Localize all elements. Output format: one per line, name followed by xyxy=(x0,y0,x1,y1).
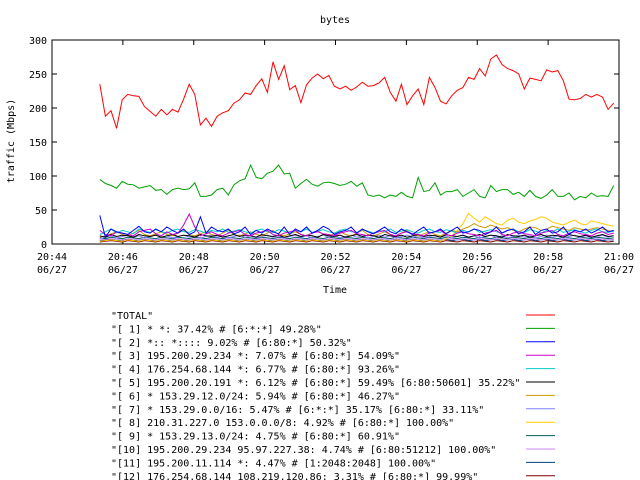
legend-entry-label: "[ 4] 176.254.68.144 *: 6.77% # [6:80:*]… xyxy=(111,365,400,376)
y-tick-label: 0 xyxy=(41,240,47,251)
legend-entry-label: "[ 1] * *: 37.42% # [6:*:*] 49.28%" xyxy=(111,324,322,335)
y-axis-label: traffic (Mbps) xyxy=(6,99,17,183)
legend-entry-label: "[ 3] 195.200.29.234 *: 7.07% # [6:80:*]… xyxy=(111,351,400,362)
series-line xyxy=(99,163,615,201)
x-tick-label-date: 06/27 xyxy=(533,265,563,276)
legend-entry-label: "TOTAL" xyxy=(111,311,153,322)
y-tick-label: 150 xyxy=(29,138,47,149)
x-tick-label-time: 20:48 xyxy=(179,252,209,263)
x-tick-label-time: 20:44 xyxy=(37,252,67,263)
chart-title: bytes xyxy=(320,15,350,26)
legend-entry-label: "[ 9] * 153.29.13.0/24: 4.75% # [6:80:*]… xyxy=(111,432,400,443)
legend: "TOTAL" "[ 1] * *: 37.42% # [6:*:*] 49.28… xyxy=(111,311,555,480)
x-tick-label-time: 21:00 xyxy=(604,252,634,263)
y-tick-label: 250 xyxy=(29,70,47,81)
x-tick-label-time: 20:52 xyxy=(320,252,350,263)
y-tick-label: 50 xyxy=(35,206,47,217)
x-tick-label-time: 20:56 xyxy=(462,252,492,263)
traffic-chart: bytes traffic (Mbps) Time 0 50 100 150 200 25… xyxy=(6,15,634,480)
x-tick-label-time: 20:54 xyxy=(391,252,421,263)
x-tick-label-time: 20:58 xyxy=(533,252,563,263)
series-line xyxy=(99,54,615,129)
x-tick-label-date: 06/27 xyxy=(250,265,280,276)
y-tick-label: 300 xyxy=(29,36,47,47)
x-tick-label-date: 06/27 xyxy=(604,265,634,276)
x-tick-label-date: 06/27 xyxy=(108,265,138,276)
x-tick-label-date: 06/27 xyxy=(320,265,350,276)
legend-entry-label: "[ 6] * 153.29.12.0/24: 5.94% # [6:80:*]… xyxy=(111,391,400,402)
x-tick-label-time: 20:46 xyxy=(108,252,138,263)
legend-entry-label: "[10] 195.200.29.234 95.97.227.38: 4.74%… xyxy=(111,445,496,456)
y-tick-label: 100 xyxy=(29,172,47,183)
legend-entry-label: "[ 8] 210.31.227.0 153.0.0.0/8: 4.92% # … xyxy=(111,418,454,429)
x-tick-label-date: 06/27 xyxy=(462,265,492,276)
x-tick-label-time: 20:50 xyxy=(250,252,280,263)
legend-entry-label: "[ 5] 195.200.20.191 *: 6.12% # [6:80:*]… xyxy=(111,378,520,389)
x-tick-label-date: 06/27 xyxy=(179,265,209,276)
legend-entry-label: "[ 2] *:: *:::: 9.02% # [6:80:*] 50.32%" xyxy=(111,338,352,349)
plot-frame xyxy=(51,39,620,245)
x-tick-label-date: 06/27 xyxy=(37,265,67,276)
legend-entry-label: "[12] 176.254.68.144 108.219.120.86: 3.3… xyxy=(111,472,478,480)
x-axis-label: Time xyxy=(323,285,347,296)
series-lines xyxy=(99,54,615,243)
legend-entry-label: "[ 7] * 153.29.0.0/16: 5.47% # [6:*:*] 3… xyxy=(111,405,484,416)
x-tick-label-date: 06/27 xyxy=(391,265,421,276)
y-tick-label: 200 xyxy=(29,104,47,115)
legend-entry-label: "[11] 195.200.11.114 *: 4.47% # [1:2048:… xyxy=(111,458,436,469)
